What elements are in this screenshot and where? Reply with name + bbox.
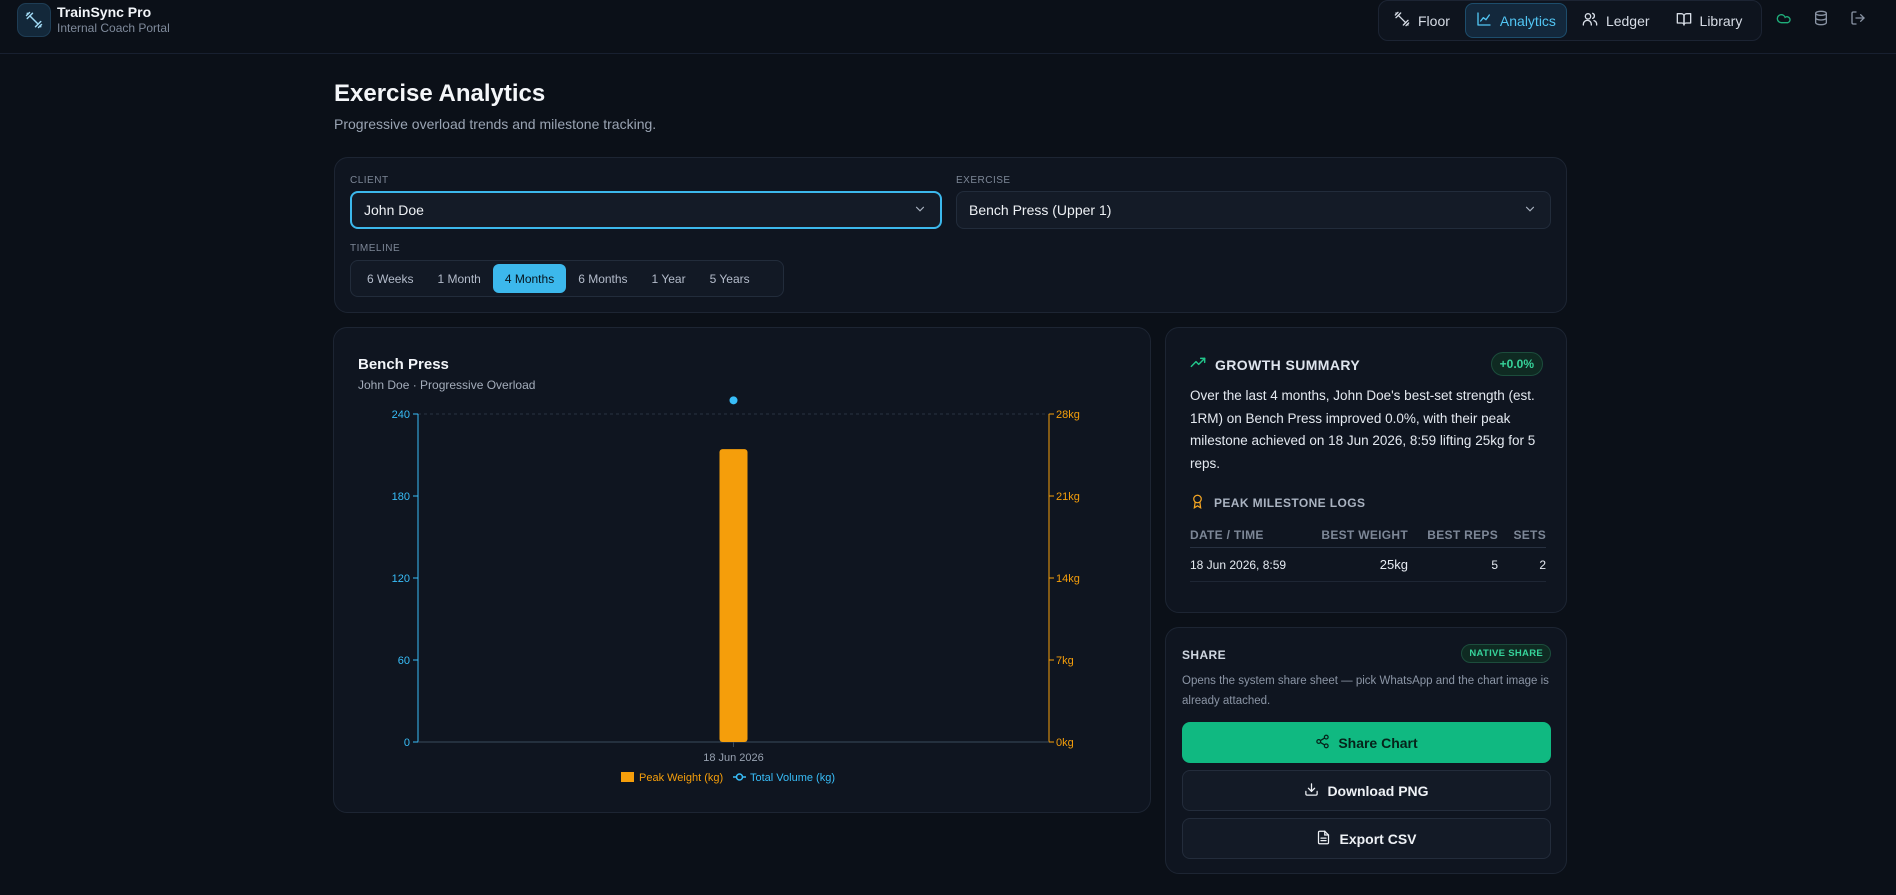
- milestones-header: PEAK MILESTONE LOGS: [1190, 494, 1365, 512]
- legend-line-marker: [735, 773, 744, 781]
- share-card: SHARE NATIVE SHARE Opens the system shar…: [1165, 627, 1567, 874]
- client-select[interactable]: John Doe: [350, 191, 942, 229]
- nav-analytics[interactable]: Analytics: [1464, 3, 1567, 38]
- y-left-tick-label: 120: [392, 573, 410, 585]
- total-volume-point: [729, 396, 738, 405]
- milestones-table: DATE / TIME BEST WEIGHT BEST REPS SETS 1…: [1190, 522, 1546, 582]
- peak-weight-bar: [719, 449, 748, 742]
- book-open-icon: [1676, 11, 1692, 30]
- nav-label: Analytics: [1499, 12, 1556, 29]
- export-csv-button[interactable]: Export CSV: [1182, 818, 1551, 859]
- award-icon: [1190, 494, 1205, 512]
- timeline-toggle: 6 Weeks 1 Month 4 Months 6 Months 1 Year…: [350, 260, 784, 297]
- y-left-tick-label: 180: [392, 491, 410, 503]
- timeline-4-months[interactable]: 4 Months: [492, 264, 567, 293]
- nav-library[interactable]: Library: [1665, 3, 1754, 38]
- native-share-badge: NATIVE SHARE: [1461, 644, 1551, 663]
- file-text-icon: [1316, 830, 1331, 848]
- y-left-tick-label: 240: [392, 409, 410, 421]
- cell-date: 18 Jun 2026, 8:59: [1190, 557, 1287, 572]
- col-reps: BEST REPS: [1427, 527, 1498, 542]
- utility-icons: [1776, 10, 1866, 31]
- nav-ledger[interactable]: Ledger: [1571, 3, 1661, 38]
- database-icon[interactable]: [1813, 10, 1829, 31]
- growth-text: Over the last 4 months, John Doe's best-…: [1190, 388, 1536, 471]
- chevron-down-icon: [913, 202, 927, 219]
- chevron-down-icon: [1523, 202, 1537, 219]
- table-header: DATE / TIME BEST WEIGHT BEST REPS SETS: [1190, 522, 1546, 548]
- download-png-label: Download PNG: [1327, 782, 1429, 799]
- y-right-tick-label: 14kg: [1056, 573, 1080, 585]
- milestones-title: PEAK MILESTONE LOGS: [1214, 496, 1366, 510]
- trending-up-icon: [1190, 355, 1206, 374]
- cloud-icon[interactable]: [1776, 10, 1792, 31]
- y-left-tick-label: 60: [398, 655, 410, 667]
- download-icon: [1304, 782, 1319, 800]
- users-icon: [1582, 11, 1598, 30]
- y-right-tick-label: 28kg: [1056, 409, 1080, 421]
- client-label: CLIENT: [350, 175, 389, 186]
- exercise-select[interactable]: Bench Press (Upper 1): [956, 191, 1551, 229]
- download-png-button[interactable]: Download PNG: [1182, 770, 1551, 811]
- cell-weight: 25kg: [1379, 557, 1408, 572]
- cell-reps: 5: [1491, 557, 1498, 572]
- growth-title: GROWTH SUMMARY: [1215, 356, 1361, 373]
- growth-summary-card: GROWTH SUMMARY +0.0% Over the last 4 mon…: [1165, 327, 1567, 613]
- page-subtitle: Progressive overload trends and mileston…: [334, 116, 657, 132]
- progress-chart[interactable]: 0 60 120 180 240 0kg 7kg 14kg 21kg 28kg 18 Jun 202…: [334, 328, 1152, 814]
- logout-icon[interactable]: [1850, 10, 1866, 31]
- table-row: 18 Jun 2026, 8:59 25kg 5 2: [1190, 548, 1546, 582]
- page-title: Exercise Analytics: [334, 80, 546, 107]
- client-value: John Doe: [364, 202, 424, 218]
- nav-label: Floor: [1418, 12, 1450, 29]
- app-subtitle: Internal Coach Portal: [57, 21, 170, 35]
- col-date: DATE / TIME: [1190, 527, 1264, 542]
- col-weight: BEST WEIGHT: [1321, 527, 1408, 542]
- timeline-5-years[interactable]: 5 Years: [698, 264, 762, 293]
- share-chart-button[interactable]: Share Chart: [1182, 722, 1551, 763]
- export-csv-label: Export CSV: [1339, 830, 1417, 847]
- growth-badge: +0.0%: [1490, 352, 1543, 376]
- y-right-tick-label: 21kg: [1056, 491, 1080, 503]
- dumbbell-icon: [1394, 11, 1410, 30]
- y-right-tick-label: 7kg: [1056, 655, 1074, 667]
- timeline-1-month[interactable]: 1 Month: [425, 264, 492, 293]
- y-right-tick-label: 0kg: [1056, 737, 1074, 749]
- cell-sets: 2: [1539, 557, 1546, 572]
- share-description: Opens the system share sheet — pick What…: [1182, 675, 1549, 707]
- legend-total-volume: Total Volume (kg): [750, 772, 835, 784]
- y-left-tick-label: 0: [404, 737, 410, 749]
- legend-bar-swatch: [621, 772, 634, 782]
- top-bar: TrainSync Pro Internal Coach Portal Floo…: [0, 0, 1896, 54]
- brand[interactable]: TrainSync Pro Internal Coach Portal: [17, 3, 170, 37]
- filters-card: CLIENT John Doe EXERCISE Bench Press (Up…: [334, 157, 1567, 313]
- timeline-6-weeks[interactable]: 6 Weeks: [355, 264, 425, 293]
- share-title: SHARE: [1182, 648, 1227, 662]
- share-chart-label: Share Chart: [1338, 734, 1418, 751]
- legend-peak-weight: Peak Weight (kg): [639, 772, 723, 784]
- timeline-label: TIMELINE: [350, 243, 401, 254]
- nav-label: Library: [1699, 12, 1743, 29]
- col-sets: SETS: [1513, 527, 1546, 542]
- chart-line-icon: [1476, 11, 1492, 30]
- timeline-1-year[interactable]: 1 Year: [640, 264, 698, 293]
- nav-label: Ledger: [1605, 12, 1650, 29]
- chart-card: Bench Press John Doe · Progressive Overl…: [333, 327, 1151, 813]
- dumbbell-logo-icon: [17, 3, 51, 37]
- exercise-value: Bench Press (Upper 1): [969, 202, 1112, 218]
- growth-header: GROWTH SUMMARY: [1190, 355, 1360, 374]
- exercise-label: EXERCISE: [956, 175, 1011, 186]
- x-tick-label: 18 Jun 2026: [703, 752, 764, 764]
- main-nav: Floor Analytics Ledger Library: [1378, 0, 1762, 41]
- share-icon: [1315, 734, 1330, 752]
- nav-floor[interactable]: Floor: [1383, 3, 1461, 38]
- app-title: TrainSync Pro: [57, 4, 152, 20]
- timeline-6-months[interactable]: 6 Months: [566, 264, 639, 293]
